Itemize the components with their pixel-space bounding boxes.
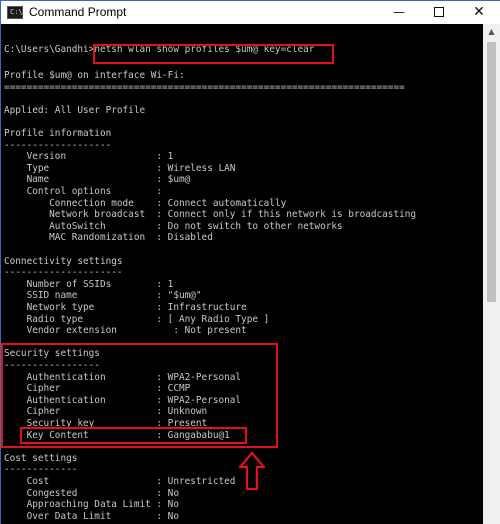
console-line: SSID name : "$um@" bbox=[4, 290, 202, 302]
maximize-button[interactable] bbox=[422, 1, 456, 24]
console-line: Network type : Infrastructure bbox=[4, 302, 247, 313]
key-content-highlight-box bbox=[20, 427, 247, 444]
console-line: Control options : bbox=[4, 186, 163, 197]
console-line: Type : Wireless LAN bbox=[4, 162, 236, 174]
minimize-button[interactable]: — bbox=[382, 1, 416, 24]
console-line: MAC Randomization : Disabled bbox=[4, 232, 213, 244]
console-line: Cost : Unrestricted bbox=[4, 476, 236, 487]
console-line: Over Data Limit : No bbox=[4, 510, 179, 522]
console-line: AutoSwitch : Do not switch to other netw… bbox=[4, 220, 343, 232]
console-line: Vendor extension : Not present bbox=[4, 325, 247, 337]
console-line: Profile $um@ on interface Wi-Fi: bbox=[4, 70, 185, 81]
console-line: ------------- bbox=[4, 464, 78, 476]
console-line: Connection mode : Connect automatically bbox=[4, 197, 287, 209]
console-line: Profile information bbox=[4, 128, 112, 139]
command-prompt-window: C:\ Command Prompt — ✕ C:\Users\Gandhi>n… bbox=[0, 0, 500, 524]
scrollbar-thumb[interactable] bbox=[487, 42, 496, 302]
console-line: Cost settings bbox=[4, 452, 78, 464]
console-output[interactable]: C:\Users\Gandhi>netsh wlan show profiles… bbox=[1, 24, 483, 524]
console-line: ========================================… bbox=[4, 81, 405, 93]
prompt-text: C:\Users\Gandhi> bbox=[4, 44, 95, 55]
console-line: Network broadcast : Connect only if this… bbox=[4, 209, 417, 221]
window-title: Command Prompt bbox=[29, 5, 127, 19]
console-line: Congested : No bbox=[4, 487, 179, 499]
console-icon: C:\ bbox=[7, 6, 23, 19]
console-line: Applied: All User Profile bbox=[4, 104, 146, 116]
title-bar[interactable]: C:\ Command Prompt — ✕ bbox=[1, 0, 500, 24]
up-arrow-icon bbox=[239, 452, 265, 490]
command-highlight-box bbox=[93, 44, 334, 64]
console-line: Connectivity settings bbox=[4, 255, 123, 267]
console-line: Version : 1 bbox=[4, 151, 174, 163]
console-line: Number of SSIDs : 1 bbox=[4, 278, 174, 290]
console-line: Name : $um@ bbox=[4, 174, 191, 186]
vertical-scrollbar[interactable]: ▲ bbox=[483, 24, 500, 524]
maximize-icon bbox=[434, 6, 444, 17]
console-line: --------------------- bbox=[4, 267, 123, 279]
scroll-up-arrow-icon[interactable]: ▲ bbox=[483, 24, 500, 40]
console-line: ------------------- bbox=[4, 139, 112, 151]
console-line: Radio type : [ Any Radio Type ] bbox=[4, 313, 270, 325]
close-button[interactable]: ✕ bbox=[462, 1, 496, 24]
console-line: Approaching Data Limit : No bbox=[4, 499, 179, 511]
